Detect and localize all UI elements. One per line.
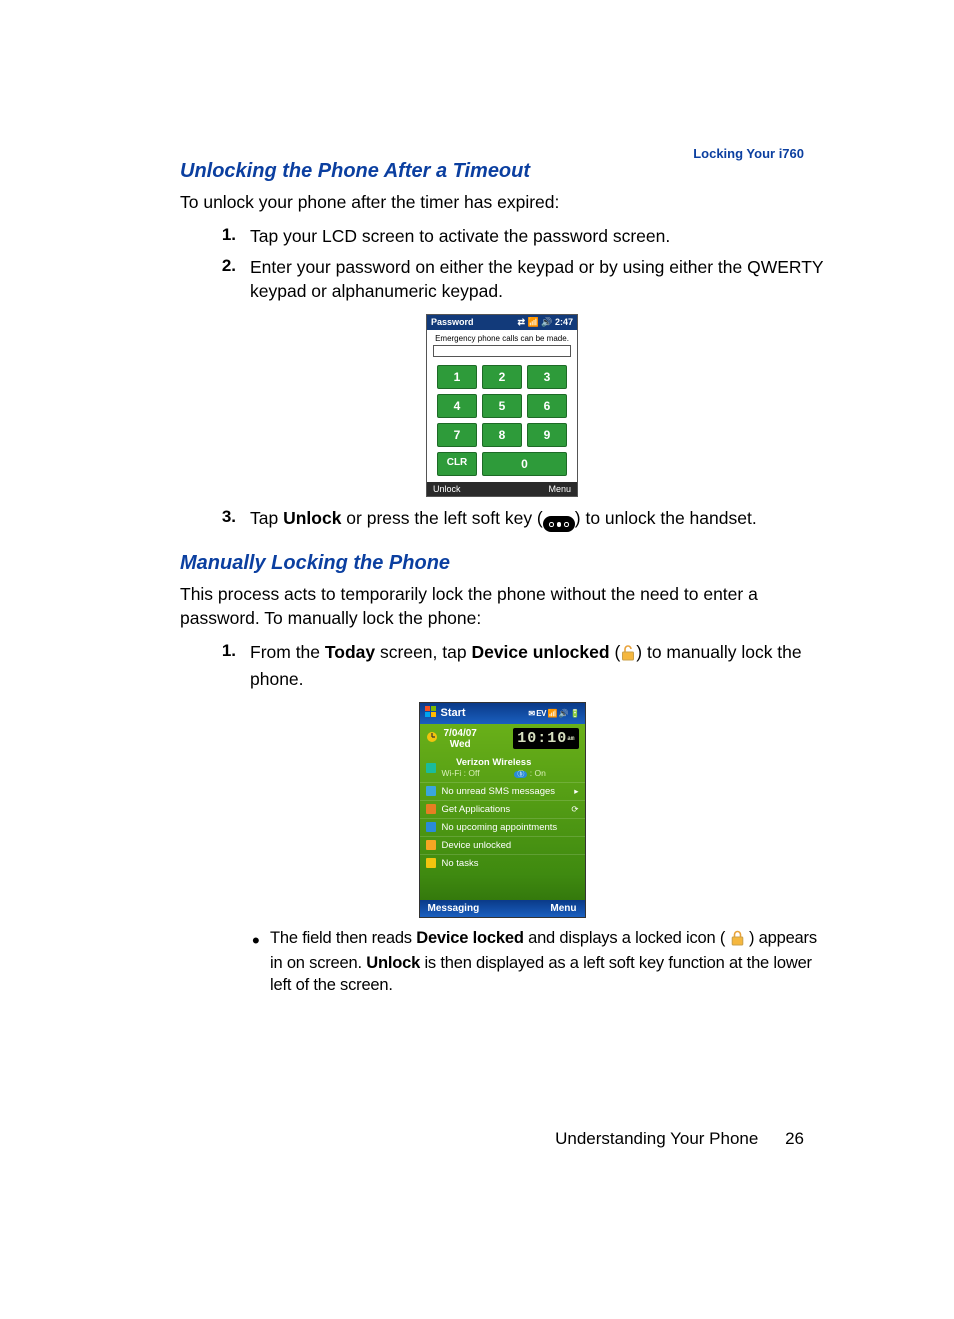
section2-intro: This process acts to temporarily lock th… (180, 583, 824, 630)
sms-arrow-icon: ▸ (574, 786, 578, 797)
password-title-bar: Password ⇄ 📶 🔊 2:47 (427, 315, 577, 330)
today-title-bar: Start ✉ EV 📶 🔊 🔋 (420, 703, 585, 724)
step-2: 2. Enter your password on either the key… (180, 256, 824, 303)
password-right-softkey[interactable]: Menu (548, 484, 571, 494)
sms-row[interactable]: No unread SMS messages ▸ (420, 782, 585, 800)
password-screen-figure: Password ⇄ 📶 🔊 2:47 Emergency phone call… (180, 314, 824, 497)
password-keypad: 1 2 3 4 5 6 7 8 9 CLR 0 (427, 361, 577, 482)
sms-icon (426, 786, 436, 796)
start-label[interactable]: Start (441, 707, 466, 719)
section2-steps: 1. From the Today screen, tap Device unl… (180, 641, 824, 692)
step-number: 2. (180, 256, 250, 276)
step-text: Tap Unlock or press the left soft key ()… (250, 507, 824, 533)
tasks-row[interactable]: No tasks (420, 854, 585, 872)
section1-intro: To unlock your phone after the timer has… (180, 191, 824, 215)
key-5[interactable]: 5 (482, 394, 522, 418)
unlocked-icon (620, 644, 636, 669)
clock-icon (426, 730, 438, 748)
password-title: Password (431, 317, 474, 327)
document-page: Locking Your i760 Unlocking the Phone Af… (0, 0, 954, 1319)
section1-steps: 1. Tap your LCD screen to activate the p… (180, 225, 824, 304)
step-number: 1. (180, 641, 250, 661)
step-number: 3. (180, 507, 250, 527)
password-screen: Password ⇄ 📶 🔊 2:47 Emergency phone call… (426, 314, 578, 497)
locked-icon (730, 930, 745, 953)
key-3[interactable]: 3 (527, 365, 567, 389)
wifi-status: Wi-Fi : Off (442, 768, 480, 778)
step-text: From the Today screen, tap Device unlock… (250, 641, 824, 692)
key-0[interactable]: 0 (482, 452, 567, 476)
key-7[interactable]: 7 (437, 423, 477, 447)
bullet-marker: • (252, 928, 270, 952)
section-heading-unlocking: Unlocking the Phone After a Timeout (180, 160, 824, 183)
carrier-row: Verizon Wireless Wi-Fi : Off ⓑ : On (420, 754, 585, 782)
windows-icon (425, 706, 437, 721)
carrier-icon (426, 763, 436, 773)
today-date-row: 7/04/07 Wed 10:10am (420, 724, 585, 754)
today-softkeys: Messaging Menu (420, 900, 585, 917)
page-footer: Understanding Your Phone 26 (555, 1129, 804, 1149)
lock-row[interactable]: Device unlocked (420, 836, 585, 854)
section1-steps-cont: 3. Tap Unlock or press the left soft key… (180, 507, 824, 533)
carrier-name: Verizon Wireless (442, 757, 546, 768)
step-3: 3. Tap Unlock or press the left soft key… (180, 507, 824, 533)
key-8[interactable]: 8 (482, 423, 522, 447)
tasks-icon (426, 858, 436, 868)
lock-row-icon (426, 840, 436, 850)
today-date: 7/04/07 Wed (444, 728, 477, 750)
today-clock: 10:10am (513, 728, 578, 749)
today-screen: Start ✉ EV 📶 🔊 🔋 7/04/07 Wed 10:10am (419, 702, 586, 918)
bullet-text: The field then reads Device locked and d… (270, 928, 824, 996)
key-6[interactable]: 6 (527, 394, 567, 418)
apps-icon (426, 804, 436, 814)
step-number: 1. (180, 225, 250, 245)
step-1: 1. From the Today screen, tap Device unl… (180, 641, 824, 692)
refresh-icon: ⟳ (571, 804, 578, 815)
password-status: ⇄ 📶 🔊 2:47 (518, 317, 573, 328)
softkey-icon (543, 516, 575, 532)
key-2[interactable]: 2 (482, 365, 522, 389)
step-text: Tap your LCD screen to activate the pass… (250, 225, 824, 249)
appts-row[interactable]: No upcoming appointments (420, 818, 585, 836)
section-heading-manual-lock: Manually Locking the Phone (180, 552, 824, 575)
password-softkeys: Unlock Menu (427, 482, 577, 496)
page-number: 26 (785, 1129, 804, 1148)
today-screen-figure: Start ✉ EV 📶 🔊 🔋 7/04/07 Wed 10:10am (180, 702, 824, 918)
password-left-softkey[interactable]: Unlock (433, 484, 461, 494)
password-msg: Emergency phone calls can be made. (427, 330, 577, 345)
password-input[interactable] (433, 345, 571, 357)
bt-label: : On (530, 768, 546, 778)
today-right-softkey[interactable]: Menu (550, 903, 576, 914)
apps-row[interactable]: Get Applications ⟳ (420, 800, 585, 818)
key-clr[interactable]: CLR (437, 452, 477, 476)
key-4[interactable]: 4 (437, 394, 477, 418)
status-icons: ✉ EV 📶 🔊 🔋 (528, 709, 579, 718)
step-1: 1. Tap your LCD screen to activate the p… (180, 225, 824, 249)
step-text: Enter your password on either the keypad… (250, 256, 824, 303)
password-input-row (427, 345, 577, 361)
today-left-softkey[interactable]: Messaging (428, 903, 480, 914)
bt-icon: ⓑ (514, 771, 527, 778)
header-tag: Locking Your i760 (693, 146, 804, 161)
calendar-icon (426, 822, 436, 832)
footer-section: Understanding Your Phone (555, 1129, 758, 1148)
key-1[interactable]: 1 (437, 365, 477, 389)
key-9[interactable]: 9 (527, 423, 567, 447)
section2-bullet: • The field then reads Device locked and… (252, 928, 824, 996)
